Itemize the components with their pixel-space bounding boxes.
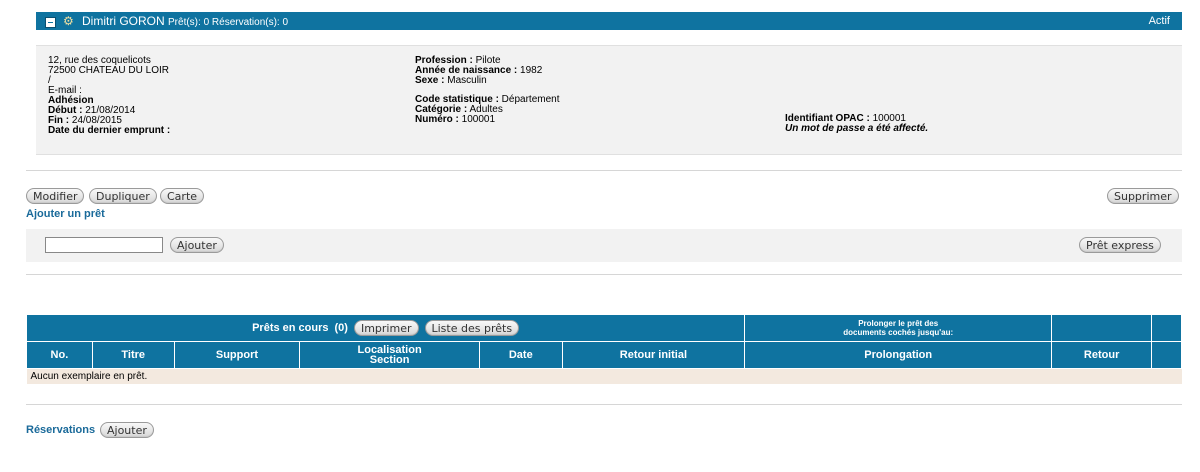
- col-return: Retour: [1051, 341, 1153, 369]
- delete-button[interactable]: Supprimer: [1107, 188, 1179, 204]
- last-loan-label: Date du dernier emprunt :: [48, 125, 171, 136]
- col-no: No.: [26, 341, 93, 369]
- col-date: Date: [478, 341, 563, 369]
- empty-header-cell: [1051, 314, 1153, 342]
- sex-value: Masculin: [444, 75, 487, 86]
- collapse-icon[interactable]: [45, 17, 56, 28]
- add-loan-bar: Ajouter Prêt express: [26, 229, 1182, 262]
- add-loan-link[interactable]: Ajouter un prêt: [26, 208, 105, 220]
- col-title: Titre: [91, 341, 175, 369]
- stat-code-value: Département: [498, 94, 560, 105]
- empty-loans-message: Aucun exemplaire en prêt.: [26, 368, 1182, 384]
- patron-info-panel: 12, rue des coquelicots 72500 CHATEAU DU…: [36, 45, 1182, 155]
- info-column-opac: Identifiant OPAC : 100001 Un mot de pass…: [785, 114, 928, 134]
- col-initial-return: Retour initial: [561, 341, 746, 369]
- loans-title-cell: Prêts en cours (0) Imprimer Liste des pr…: [25, 314, 746, 342]
- print-button[interactable]: Imprimer: [353, 320, 419, 336]
- express-loan-button[interactable]: Prêt express: [1079, 237, 1161, 253]
- barcode-input[interactable]: [45, 237, 163, 253]
- empty-header-cell: [1151, 314, 1182, 342]
- status-badge: Actif: [1148, 15, 1170, 27]
- duplicate-button[interactable]: Dupliquer: [89, 188, 157, 204]
- divider: [26, 170, 1182, 171]
- col-location-line-2: Section: [369, 354, 410, 366]
- basket-icon: ⚙: [63, 14, 74, 28]
- extend-loans-header: Prolonger le prêt des documents cochés j…: [744, 314, 1053, 342]
- patron-name: Dimitri GORON: [82, 14, 165, 28]
- extend-line-1: Prolonger le prêt des: [858, 319, 939, 328]
- loans-table: Prêts en cours (0) Imprimer Liste des pr…: [25, 314, 1182, 384]
- col-extension: Prolongation: [744, 341, 1053, 369]
- col-support: Support: [173, 341, 301, 369]
- add-reservation-button[interactable]: Ajouter: [100, 422, 154, 438]
- password-note: Un mot de passe a été affecté.: [785, 123, 929, 134]
- patron-title: Dimitri GORON Prêt(s): 0 Réservation(s):…: [82, 14, 288, 30]
- loan-list-button[interactable]: Liste des prêts: [424, 320, 520, 336]
- add-loan-button[interactable]: Ajouter: [170, 237, 224, 253]
- info-column-details: Profession : Pilote Année de naissance :…: [415, 56, 560, 125]
- patron-header: ⚙ Dimitri GORON Prêt(s): 0 Réservation(s…: [36, 12, 1182, 30]
- patron-counts: Prêt(s): 0 Réservation(s): 0: [168, 17, 289, 28]
- col-empty: [1151, 341, 1182, 369]
- address-line-2: 72500 CHATEAU DU LOIR: [48, 65, 169, 76]
- divider: [26, 274, 1182, 275]
- number-label: Numéro :: [415, 114, 459, 125]
- loans-count: (0): [334, 322, 348, 334]
- reservations-label: Réservations: [26, 424, 96, 436]
- loans-title: Prêts en cours: [252, 322, 329, 334]
- modify-button[interactable]: Modifier: [26, 188, 85, 204]
- number-value: 100001: [458, 114, 496, 125]
- col-location: Localisation Section: [299, 341, 480, 369]
- extend-line-2: documents cochés jusqu'au:: [843, 328, 954, 337]
- sex-label: Sexe :: [415, 75, 445, 86]
- birth-value: 1982: [517, 65, 543, 76]
- info-column-address: 12, rue des coquelicots 72500 CHATEAU DU…: [48, 56, 170, 136]
- card-button[interactable]: Carte: [160, 188, 205, 204]
- divider: [26, 404, 1182, 405]
